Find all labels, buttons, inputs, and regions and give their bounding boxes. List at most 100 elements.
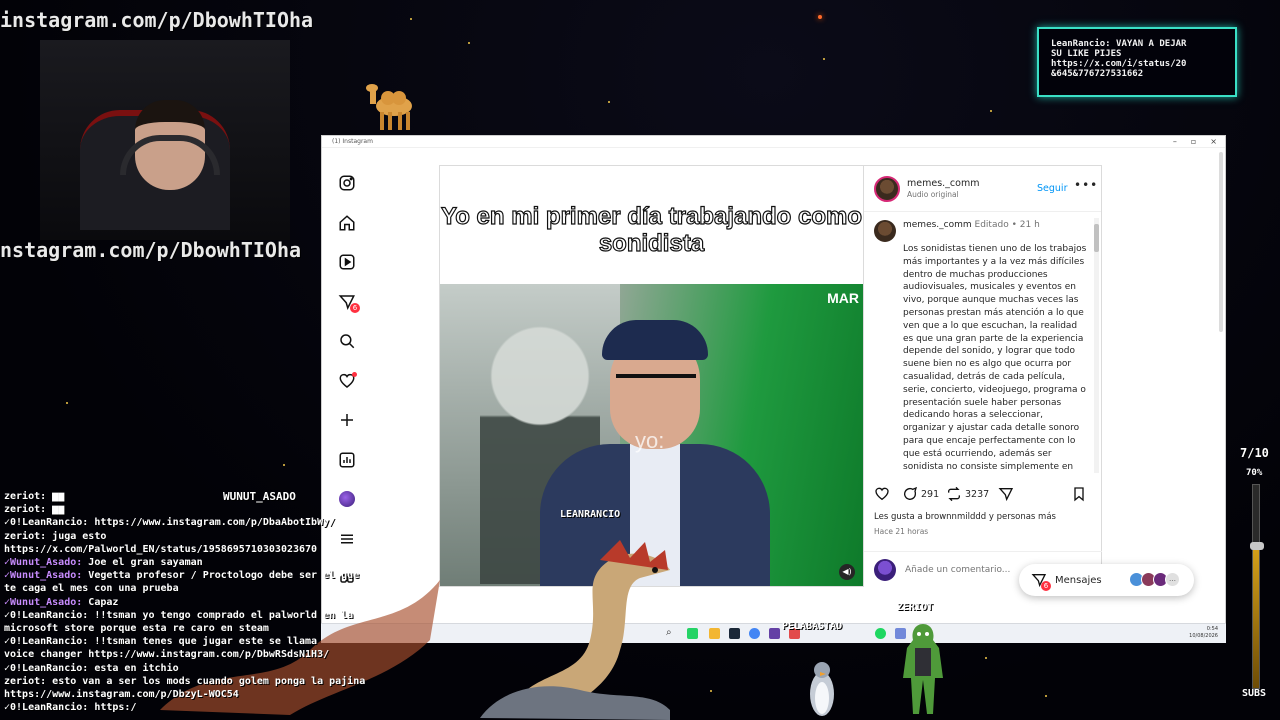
share-button[interactable] [998, 486, 1014, 502]
chat-text: juga esto [46, 530, 107, 542]
caption-scrollbar[interactable] [1094, 218, 1099, 473]
user-avatar [874, 559, 896, 581]
chat-message: microsoft store porque esta re caro en s… [4, 622, 464, 635]
chat-message: zeriot: ▆▆ [4, 503, 464, 516]
chat-text: te caga el mes con una prueba [4, 583, 179, 595]
caption-username[interactable]: memes._comm [903, 220, 972, 230]
likes-line: Les gusta a brownnmilddd y personas más [874, 512, 1056, 522]
tv-logo: MAR [827, 290, 859, 306]
author-username[interactable]: memes._comm [907, 178, 979, 189]
close-icon[interactable]: × [1210, 137, 1217, 146]
chat-username: ✓0!LeanRancio: [4, 517, 89, 529]
spotify-icon[interactable] [875, 628, 886, 639]
window-controls: – ▫ × [1173, 137, 1217, 146]
audio-label[interactable]: Audio original [907, 190, 979, 199]
tab-title[interactable]: (1) Instagram [332, 138, 373, 145]
caption-time: 21 h [1019, 220, 1040, 230]
chat-message: te caga el mes con una prueba [4, 582, 464, 595]
minimize-icon[interactable]: – [1173, 137, 1177, 146]
alert-line: LeanRancio: VAYAN A DEJAR [1051, 39, 1187, 49]
messages-icon[interactable]: 6 [336, 291, 360, 313]
steam-icon[interactable] [729, 628, 740, 639]
chat-username: ✓Wunut_Asado: [4, 596, 83, 608]
chrome-icon[interactable] [749, 628, 760, 639]
like-button[interactable] [874, 486, 890, 502]
likes-user[interactable]: brownnmilddd [925, 512, 986, 522]
url-banner-mid: nstagram.com/p/DbowhTIOha [0, 238, 302, 262]
comment-icon [904, 486, 918, 500]
chat-text: https://www.instagram.com/p/DbaAbotIbWy/ [88, 517, 336, 529]
star [468, 42, 470, 44]
instagram-logo-icon[interactable] [336, 172, 358, 194]
mute-icon[interactable]: ◀) [839, 564, 855, 580]
star [710, 690, 712, 692]
star [66, 402, 68, 404]
chat-text: ▆▆ [46, 491, 65, 502]
bookmark-icon [1074, 487, 1084, 502]
chat-username: ✓Wunut_Asado: [4, 570, 83, 582]
penguin-sprite [810, 662, 834, 716]
viewer-name-pelabastad: PELABASTAD [782, 621, 843, 632]
maximize-icon[interactable]: ▫ [1191, 137, 1196, 146]
goal-counter: 7/10 [1240, 446, 1269, 460]
search-icon[interactable] [336, 330, 358, 352]
more-options-icon[interactable]: ••• [1074, 178, 1098, 192]
page-scrollbar[interactable] [1219, 152, 1223, 332]
viewer-name-zeriot: ZERIOT [897, 602, 934, 613]
chat-text: https://x.com/Palworld_EN/status/1958695… [4, 543, 318, 555]
system-clock[interactable]: 0:54 10/08/2026 [1189, 626, 1218, 640]
chat-message: zeriot: esto van a ser los mods cuando g… [4, 675, 464, 688]
stream-overlay: instagram.com/p/DbowhTIOha nstagram.com/… [0, 0, 1280, 720]
chat-text: esto van a ser los mods cuando golem pon… [46, 675, 366, 687]
dragon-sprite [480, 540, 670, 720]
chat-message: ✓0!LeanRancio: https://www.instagram.com… [4, 516, 464, 529]
likes-more[interactable]: personas más [997, 512, 1056, 522]
messages-icon: 6 [1031, 572, 1051, 591]
follow-button[interactable]: Seguir [1037, 183, 1067, 194]
author-avatar[interactable] [874, 220, 896, 242]
chat-username: ✓0!LeanRancio: [4, 662, 89, 674]
create-icon[interactable] [336, 409, 358, 431]
goal-progress-knob [1250, 541, 1264, 550]
star [990, 110, 992, 112]
chat-text: !!tsman tenes que jugar este se llama [88, 636, 318, 648]
app-icon[interactable] [769, 628, 780, 639]
chat-message: zeriot: ▆▆ [4, 490, 464, 503]
messages-pill[interactable]: 6 Mensajes … [1019, 564, 1194, 596]
chat-username: ✓0!LeanRancio: [4, 702, 89, 714]
scroll-thumb[interactable] [1094, 224, 1099, 252]
chat-username: zeriot: [4, 530, 47, 542]
chat-username: ✓0!LeanRancio: [4, 636, 89, 648]
clock-time: 0:54 [1206, 626, 1218, 632]
chat-message: voice changer https://www.instagram.com/… [4, 648, 464, 661]
messages-avatars: … [1129, 572, 1180, 587]
more-avatars-icon: … [1165, 572, 1180, 587]
dashboard-icon[interactable] [336, 449, 358, 471]
chat-text: Capaz [82, 596, 119, 608]
reel-video[interactable]: Yo en mi primer día trabajando como soni… [439, 165, 864, 587]
home-icon[interactable] [336, 212, 358, 234]
file-explorer-icon[interactable] [709, 628, 720, 639]
cell-sprite [903, 624, 943, 714]
chat-username: zeriot: [4, 491, 47, 502]
repost-button[interactable]: 3237 [946, 486, 989, 502]
notifications-heart-icon[interactable] [336, 370, 358, 392]
save-button[interactable] [1071, 486, 1087, 502]
comment-button[interactable]: 291 [902, 486, 939, 502]
post-actions: 291 3237 [874, 486, 1092, 506]
heart-icon [875, 487, 889, 501]
chat-text: esta en itchio [88, 662, 179, 674]
author-avatar[interactable] [874, 175, 900, 202]
webcam-feed [40, 40, 290, 240]
chat-text: https:/ [88, 702, 137, 714]
reposts-count: 3237 [965, 488, 990, 500]
chat-text: Vegetta profesor / Proctologo debe ser e… [82, 570, 360, 582]
subs-label: SUBS [1242, 688, 1267, 699]
clock-date: 10/08/2026 [1189, 633, 1218, 639]
goal-progress-bar [1250, 484, 1264, 689]
messages-label: Mensajes [1055, 574, 1102, 586]
reels-icon[interactable] [336, 251, 358, 273]
comments-count: 291 [921, 488, 940, 500]
presenter-cap [602, 320, 708, 360]
likes-join: y [988, 512, 994, 522]
